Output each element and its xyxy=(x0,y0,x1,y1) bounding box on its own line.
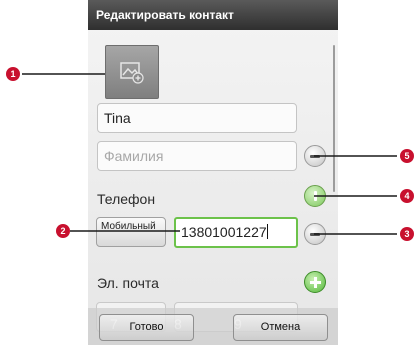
callout-marker-5: 5 xyxy=(400,149,414,163)
callout-marker-1: 1 xyxy=(6,67,20,81)
callout-marker-2: 2 xyxy=(56,224,70,238)
callout-marker-3: 3 xyxy=(400,227,414,241)
callout-marker-4: 4 xyxy=(400,189,414,203)
callout-lines xyxy=(22,73,397,235)
